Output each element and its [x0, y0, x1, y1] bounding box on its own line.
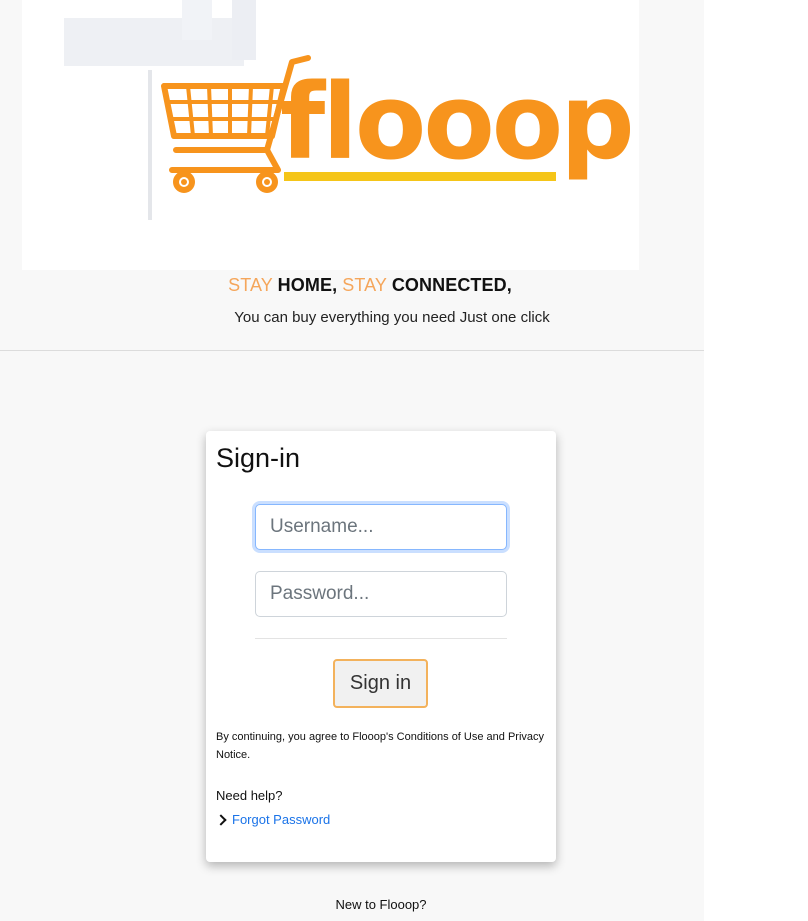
forgot-password-link[interactable]: Forgot Password: [232, 812, 330, 827]
chevron-right-icon: [215, 813, 227, 826]
brand-logo: flooop: [22, 0, 639, 270]
logo-underline: [284, 172, 556, 181]
tagline-home: HOME,: [277, 275, 338, 295]
legal-notice: By continuing, you agree to Flooop's Con…: [216, 731, 545, 761]
tagline-connected: CONNECTED,: [391, 275, 512, 295]
logo-wordmark: flooop: [280, 61, 632, 183]
page: flooop STAY HOME, STAY CONNECTED, You ca…: [0, 0, 704, 921]
header-divider: [0, 350, 704, 351]
form-divider: [255, 638, 507, 639]
logo-graphic: flooop: [64, 0, 635, 220]
new-account-prompt: New to Flooop?: [335, 897, 427, 912]
signin-button[interactable]: Sign in: [333, 659, 428, 708]
signin-title: Sign-in: [216, 443, 301, 473]
username-input[interactable]: [255, 504, 507, 550]
signin-card: Sign-in Sign in By continuing, you agree…: [206, 431, 556, 862]
password-input[interactable]: [255, 571, 507, 617]
tagline-stay-2: STAY: [342, 275, 387, 295]
forgot-password-row: Forgot Password: [215, 812, 330, 827]
sub-tagline: You can buy everything you need Just one…: [234, 309, 550, 326]
help-heading: Need help?: [216, 788, 283, 803]
tagline-stay-1: STAY: [228, 275, 273, 295]
tagline: STAY HOME, STAY CONNECTED,: [0, 275, 740, 296]
